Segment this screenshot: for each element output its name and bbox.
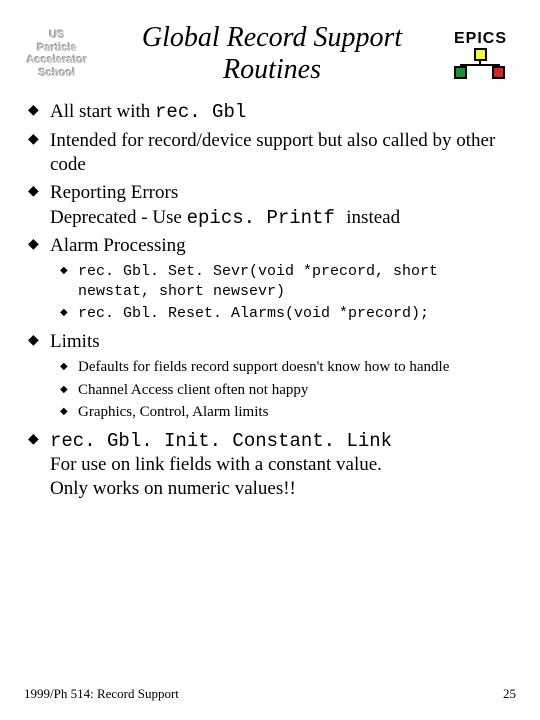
epics-logo: EPICS [454, 30, 516, 78]
bullet-text: Reporting Errors [50, 182, 178, 203]
slide-footer: 1999/Ph 514: Record Support 25 [24, 686, 516, 702]
logo-line-2: Particle [24, 42, 90, 55]
slide-title: Global Record Support Routines [98, 22, 446, 86]
sub-bullet-item: rec. Gbl. Set. Sevr(void *precord, short… [60, 262, 514, 301]
bullet-item: Reporting Errors Deprecated - Use epics.… [28, 181, 514, 230]
slide-body: All start with rec. Gbl Intended for rec… [24, 86, 516, 501]
page-number: 25 [503, 686, 516, 702]
sub-bullet-list: rec. Gbl. Set. Sevr(void *precord, short… [50, 262, 514, 324]
sub-bullet-item: Channel Access client often not happy [60, 381, 514, 401]
inline-code: rec. Gbl [155, 101, 246, 123]
inline-code: rec. Gbl. Init. Constant. Link [50, 430, 392, 452]
bullet-text: Intended for record/device support but a… [50, 130, 495, 175]
code-line: rec. Gbl. Reset. Alarms(void *precord); [78, 305, 429, 322]
bullet-text: instead [346, 207, 400, 228]
sub-bullet-item: Graphics, Control, Alarm limits [60, 403, 514, 423]
bullet-text: For use on link fields with a constant v… [50, 454, 382, 475]
sub-bullet-list: Defaults for fields record support doesn… [50, 358, 514, 423]
logo-line-1: US [24, 29, 90, 42]
uspas-logo: US Particle Accelerator School [24, 29, 90, 80]
sub-bullet-item: rec. Gbl. Reset. Alarms(void *precord); [60, 304, 514, 324]
bullet-item: Alarm Processing rec. Gbl. Set. Sevr(voi… [28, 234, 514, 324]
bullet-text: All start with [50, 101, 155, 122]
sub-bullet-text: Channel Access client often not happy [78, 382, 308, 398]
slide: US Particle Accelerator School Global Re… [0, 0, 540, 720]
footer-left: 1999/Ph 514: Record Support [24, 686, 179, 702]
code-line: rec. Gbl. Set. Sevr(void *precord, short… [78, 263, 438, 300]
sub-bullet-text: Graphics, Control, Alarm limits [78, 404, 268, 420]
sub-bullet-item: Defaults for fields record support doesn… [60, 358, 514, 378]
bullet-text: Deprecated - Use [50, 207, 187, 228]
bullet-list: All start with rec. Gbl Intended for rec… [24, 100, 516, 501]
epics-label: EPICS [454, 30, 507, 48]
bullet-text: Alarm Processing [50, 235, 186, 256]
logo-line-3: Accelerator [24, 54, 90, 67]
inline-code: epics. Printf [187, 207, 347, 229]
bullet-item: Limits Defaults for fields record suppor… [28, 330, 514, 423]
bullet-item: rec. Gbl. Init. Constant. Link For use o… [28, 429, 514, 502]
bullet-item: All start with rec. Gbl [28, 100, 514, 124]
bullet-text: Limits [50, 331, 100, 352]
logo-line-4: School [24, 67, 90, 80]
slide-header: US Particle Accelerator School Global Re… [24, 22, 516, 86]
bullet-text: Only works on numeric values!! [50, 478, 296, 499]
bullet-item: Intended for record/device support but a… [28, 129, 514, 178]
sub-bullet-text: Defaults for fields record support doesn… [78, 359, 449, 375]
epics-glyph-icon [454, 48, 510, 78]
